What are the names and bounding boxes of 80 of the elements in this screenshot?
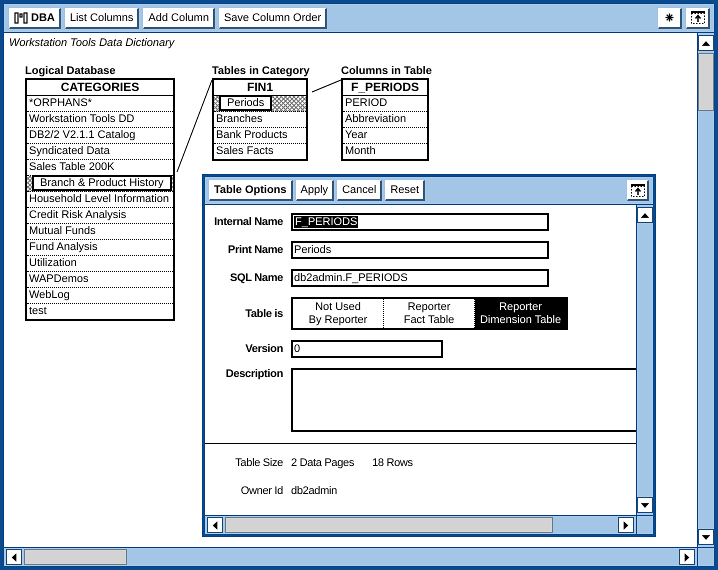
menu-button[interactable]: DBA	[9, 8, 61, 28]
list-item[interactable]: Month	[343, 144, 427, 159]
list-item[interactable]: Utilization	[27, 256, 173, 272]
list-item[interactable]: Abbreviation	[343, 112, 427, 128]
scroll-right-button[interactable]	[679, 549, 695, 565]
toolbar-button[interactable]: Reset	[385, 180, 426, 201]
vertical-scrollbar[interactable]	[697, 33, 714, 547]
scroll-left-button[interactable]	[207, 517, 223, 533]
list-item[interactable]: Syndicated Data	[27, 144, 173, 160]
field-value: F_PERIODS	[294, 216, 358, 228]
info-label: Owner Id	[240, 485, 283, 497]
list-title: CATEGORIES	[27, 80, 173, 96]
page-title: Workstation Tools Data Dictionary	[8, 36, 174, 49]
list-item[interactable]: Fund Analysis	[27, 240, 173, 256]
text-area[interactable]	[291, 368, 636, 432]
toolbar-button[interactable]: Add Column	[143, 8, 215, 28]
field-value: Periods	[294, 244, 332, 256]
maximize-button[interactable]	[627, 180, 649, 201]
horizontal-scrollbar[interactable]	[205, 515, 636, 534]
list-item[interactable]: DB2/2 V2.1.1 Catalog	[27, 128, 173, 144]
scrollbar-corner	[636, 515, 653, 534]
segment-option[interactable]: Reporter Dimension Table	[475, 299, 566, 328]
list-heading: Columns in Table	[341, 64, 429, 78]
vertical-scrollbar[interactable]	[636, 205, 653, 515]
list-item[interactable]: Credit Risk Analysis	[27, 208, 173, 224]
input-field[interactable]: Periods	[291, 241, 549, 259]
scrollbar-thumb[interactable]	[225, 517, 553, 533]
field-label: Table is	[244, 308, 283, 320]
scrollbar-thumb[interactable]	[698, 53, 714, 111]
field-value: db2admin.F_PERIODS	[294, 272, 408, 284]
field-label: Description	[224, 368, 283, 380]
expand-icon	[630, 182, 646, 198]
horizontal-scrollbar[interactable]	[4, 547, 697, 566]
list-item[interactable]: test	[27, 304, 173, 319]
maximize-button[interactable]	[686, 8, 710, 28]
toolbar-button[interactable]: Save Column Order	[218, 8, 328, 28]
toolbar-button[interactable]: Apply	[296, 180, 334, 201]
input-field[interactable]: 0	[291, 340, 443, 358]
bracket-icon	[14, 12, 28, 24]
list-item[interactable]: WAPDemos	[27, 272, 173, 288]
scroll-up-button[interactable]	[698, 35, 714, 51]
list-item[interactable]: WebLog	[27, 288, 173, 304]
scrollbar-thumb[interactable]	[24, 549, 127, 565]
list-item[interactable]: PERIOD	[343, 96, 427, 112]
field-label: SQL Name	[228, 272, 283, 284]
list-item[interactable]: Bank Products	[214, 128, 306, 144]
input-field[interactable]: db2admin.F_PERIODS	[291, 269, 549, 287]
list-heading: Tables in Category	[212, 64, 308, 78]
toolbar-button[interactable]: Cancel	[337, 180, 382, 201]
scroll-down-button[interactable]	[637, 497, 653, 513]
field-label: Version	[244, 343, 283, 355]
asterisk-button[interactable]	[658, 8, 682, 28]
list-heading: Logical Database	[25, 64, 116, 78]
scroll-left-button[interactable]	[6, 549, 22, 565]
expand-icon	[690, 10, 706, 25]
input-field[interactable]: F_PERIODS	[291, 213, 549, 231]
selected-list-item[interactable]: Branch & Product History	[32, 175, 172, 191]
selected-list-item[interactable]: Periods	[219, 95, 272, 111]
scrollbar-corner	[697, 547, 714, 566]
list-title: F_PERIODS	[343, 80, 427, 96]
asterisk-icon	[665, 13, 674, 22]
list-item[interactable]: Year	[343, 128, 427, 144]
field-label: Print Name	[226, 244, 283, 256]
toolbar-button[interactable]: List Columns	[64, 8, 140, 28]
list-item[interactable]: Mutual Funds	[27, 224, 173, 240]
list-item[interactable]: Household Level Information	[27, 192, 173, 208]
info-value: db2admin	[291, 485, 337, 497]
list-item[interactable]: Workstation Tools DD	[27, 112, 173, 128]
field-value: 0	[294, 343, 300, 355]
field-label: Internal Name	[213, 216, 283, 228]
list-item[interactable]: *ORPHANS*	[27, 96, 173, 112]
list-item[interactable]: Sales Facts	[214, 144, 306, 159]
info-value: 18 Rows	[372, 457, 413, 469]
scroll-up-button[interactable]	[637, 207, 653, 223]
list-item[interactable]: Branches	[214, 112, 306, 128]
info-value: 2 Data Pages	[291, 457, 354, 469]
scroll-down-button[interactable]	[698, 529, 714, 545]
menu-button[interactable]: Table Options	[209, 180, 293, 201]
info-label: Table Size	[234, 457, 283, 469]
scroll-right-button[interactable]	[618, 517, 634, 533]
